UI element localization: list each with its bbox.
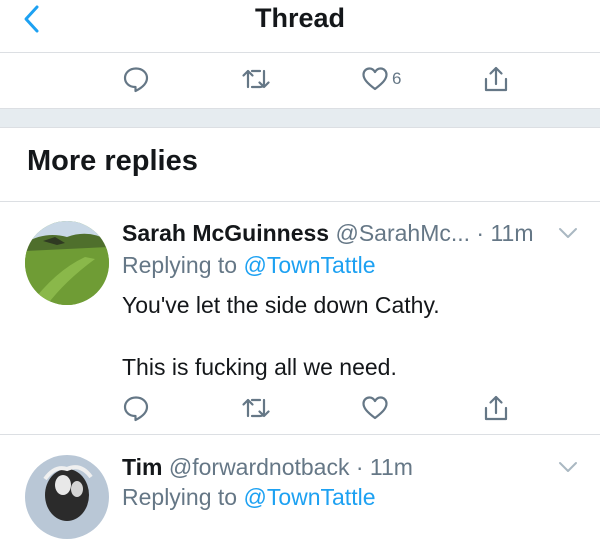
share-button[interactable] bbox=[482, 393, 510, 423]
section-separator bbox=[0, 108, 600, 128]
replying-to-label: Replying to bbox=[122, 484, 238, 510]
divider bbox=[0, 434, 600, 435]
nav-header: Thread bbox=[0, 0, 600, 53]
retweet-icon bbox=[242, 69, 270, 89]
like-count: 6 bbox=[392, 69, 402, 88]
mention-link[interactable]: @TownTattle bbox=[243, 484, 375, 510]
share-icon bbox=[484, 66, 508, 92]
tweet-header: Tim @forwardnotback · 11m bbox=[122, 454, 413, 481]
avatar[interactable] bbox=[25, 221, 109, 305]
retweet-icon bbox=[242, 398, 270, 418]
divider bbox=[0, 201, 600, 202]
chevron-down-icon[interactable] bbox=[558, 460, 578, 474]
like-button[interactable]: 6 bbox=[361, 64, 401, 94]
timestamp: · 11m bbox=[476, 220, 534, 246]
tweet-actions bbox=[0, 393, 600, 433]
reply-button[interactable] bbox=[122, 393, 150, 423]
share-icon bbox=[484, 395, 508, 421]
replying-to: Replying to @TownTattle bbox=[122, 484, 375, 511]
mention-link[interactable]: @TownTattle bbox=[243, 252, 375, 278]
avatar[interactable] bbox=[25, 455, 109, 539]
like-button[interactable] bbox=[361, 393, 389, 423]
main-tweet-actions: 6 bbox=[0, 64, 600, 104]
heart-icon bbox=[362, 67, 388, 91]
section-title: More replies bbox=[27, 145, 198, 177]
heart-icon bbox=[362, 396, 388, 420]
reply-icon bbox=[123, 67, 149, 93]
replying-to-label: Replying to bbox=[122, 252, 238, 278]
replying-to: Replying to @TownTattle bbox=[122, 252, 375, 279]
tweet-text-line: You've let the side down Cathy. bbox=[122, 292, 440, 318]
author-name[interactable]: Sarah McGuinness bbox=[122, 220, 329, 246]
reply-icon bbox=[123, 396, 149, 422]
retweet-button[interactable] bbox=[241, 393, 271, 423]
retweet-button[interactable] bbox=[241, 64, 271, 94]
avatar-image bbox=[25, 455, 109, 539]
timestamp: · 11m bbox=[355, 454, 413, 480]
author-handle[interactable]: @forwardnotback bbox=[169, 454, 350, 480]
page-title: Thread bbox=[254, 3, 346, 33]
tweet-header: Sarah McGuinness @SarahMc... · 11m bbox=[122, 220, 534, 247]
author-handle[interactable]: @SarahMc... bbox=[335, 220, 470, 246]
chevron-down-icon[interactable] bbox=[558, 226, 578, 240]
share-button[interactable] bbox=[482, 64, 510, 94]
tweet-text-line: This is fucking all we need. bbox=[122, 354, 397, 380]
reply-button[interactable] bbox=[122, 64, 150, 94]
author-name[interactable]: Tim bbox=[122, 454, 162, 480]
avatar-image bbox=[25, 221, 109, 305]
